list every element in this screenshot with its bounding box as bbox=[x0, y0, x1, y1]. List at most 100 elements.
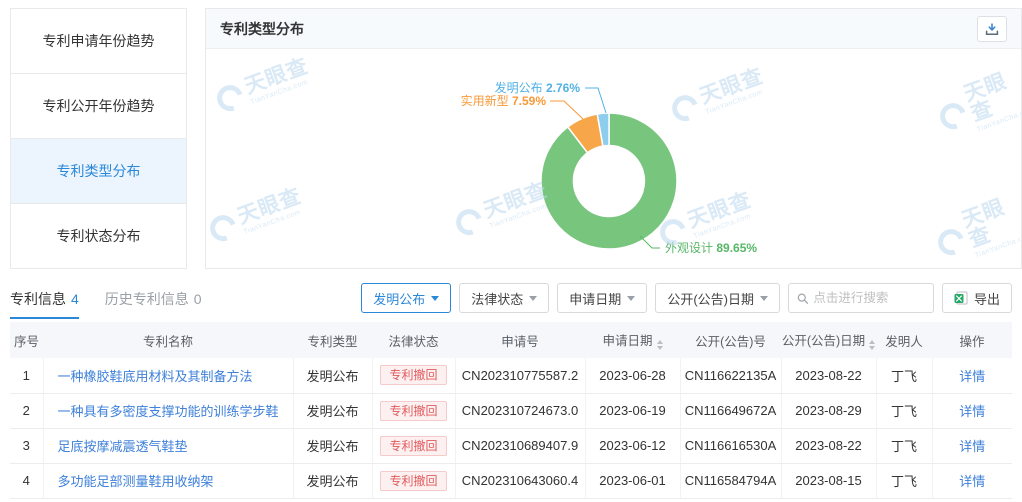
detail-link[interactable]: 详情 bbox=[959, 404, 985, 419]
action-cell: 详情 bbox=[932, 393, 1012, 428]
patent-type-cell: 发明公布 bbox=[293, 393, 372, 428]
chevron-down-icon bbox=[760, 296, 768, 301]
column-header-序号: 序号 bbox=[10, 322, 43, 358]
application-date-cell: 2023-06-28 bbox=[585, 358, 680, 393]
export-button[interactable]: 导出 bbox=[942, 283, 1012, 313]
table-row: 1 一种橡胶鞋底用材料及其制备方法 发明公布专利撤回CN202310775587.2… bbox=[10, 358, 1012, 393]
detail-link[interactable]: 详情 bbox=[959, 369, 985, 384]
action-cell: 详情 bbox=[932, 463, 1012, 498]
patent-name-link[interactable]: 一种具有多密度支撑功能的训练学步鞋 bbox=[58, 404, 279, 419]
application-number-cell: CN202310689407.9 bbox=[455, 428, 585, 463]
patent-name-link[interactable]: 足底按摩减震透气鞋垫 bbox=[58, 439, 188, 454]
sidebar-item-3[interactable]: 专利类型分布 bbox=[11, 139, 186, 204]
sidebar-item-label: 专利状态分布 bbox=[57, 226, 141, 246]
chart-panel-header: 专利类型分布 bbox=[206, 9, 1021, 49]
legal-status-badge: 专利撤回 bbox=[380, 471, 446, 491]
sidebar-item-4[interactable]: 专利状态分布 bbox=[11, 204, 186, 268]
donut-label-外观设计: 外观设计 89.65% bbox=[665, 241, 757, 255]
sort-icon[interactable] bbox=[869, 340, 875, 350]
sidebar-item-label: 专利申请年份趋势 bbox=[43, 31, 155, 51]
filter-label: 发明公布 bbox=[373, 289, 425, 308]
table-row: 3 足底按摩减震透气鞋垫 发明公布专利撤回 CN202310689407.92023-… bbox=[10, 428, 1012, 463]
patent-table: 序号专利名称专利类型法律状态申请号申请日期公开(公告)号公开(公告)日期发明人操… bbox=[10, 322, 1012, 499]
sort-desc-arrow bbox=[657, 346, 663, 350]
filter-label: 申请日期 bbox=[569, 289, 621, 308]
chevron-down-icon bbox=[529, 296, 537, 301]
patent-type-cell: 发明公布 bbox=[293, 428, 372, 463]
patent-name-cell: 一种具有多密度支撑功能的训练学步鞋 bbox=[43, 393, 293, 428]
tab-history-patent-info[interactable]: 历史专利信息 0 bbox=[105, 289, 202, 319]
table-header-row: 序号专利名称专利类型法律状态申请号申请日期公开(公告)号公开(公告)日期发明人操… bbox=[10, 322, 1012, 358]
legal-status-cell: 专利撤回 bbox=[372, 428, 455, 463]
column-header-公开(公告)日期[interactable]: 公开(公告)日期 bbox=[781, 322, 876, 358]
detail-link[interactable]: 详情 bbox=[959, 474, 985, 489]
sort-asc-arrow bbox=[869, 340, 875, 344]
tab-label: 专利信息 bbox=[10, 291, 66, 307]
legal-status-cell: 专利撤回 bbox=[372, 358, 455, 393]
legal-status-badge: 专利撤回 bbox=[380, 401, 446, 421]
application-number-cell: CN202310643060.4 bbox=[455, 463, 585, 498]
export-label: 导出 bbox=[974, 289, 1000, 308]
patent-table-section: 专利信息4 历史专利信息0 发明公布 法律状态 申请日期 公开(公告)日期 bbox=[10, 283, 1012, 499]
donut-label-发明公布: 发明公布 2.76% bbox=[495, 80, 581, 95]
patent-type-donut-chart: 外观设计 89.65% 实用新型 7.59%发明公布 2.76% bbox=[206, 49, 1021, 268]
application-number-cell: CN202310775587.2 bbox=[455, 358, 585, 393]
sidebar-item-label: 专利公开年份趋势 bbox=[43, 96, 155, 116]
donut-label-实用新型: 实用新型 7.59% bbox=[461, 93, 547, 108]
patent-name-link[interactable]: 多功能足部测量鞋用收纳架 bbox=[58, 474, 214, 489]
table-search-box[interactable] bbox=[788, 283, 934, 313]
download-icon bbox=[985, 22, 999, 36]
download-chart-button[interactable] bbox=[977, 16, 1007, 42]
publication-date-filter-dropdown[interactable]: 公开(公告)日期 bbox=[655, 283, 780, 313]
chart-panel-title: 专利类型分布 bbox=[220, 19, 304, 39]
table-row: 4 多功能足部测量鞋用收纳架 发明公布专利撤回 CN202310643060.4 202… bbox=[10, 463, 1012, 498]
publication-date-cell: 2023-08-22 bbox=[781, 358, 876, 393]
legal-status-filter-dropdown[interactable]: 法律状态 bbox=[459, 283, 549, 313]
inventor-cell: 丁飞 bbox=[876, 393, 932, 428]
patent-name-cell: 足底按摩减震透气鞋垫 bbox=[43, 428, 293, 463]
search-icon bbox=[797, 292, 808, 305]
filter-label: 法律状态 bbox=[471, 289, 523, 308]
column-header-申请号: 申请号 bbox=[455, 322, 585, 358]
column-header-法律状态: 法律状态 bbox=[372, 322, 455, 358]
filter-controls: 发明公布 法律状态 申请日期 公开(公告)日期 bbox=[361, 283, 1012, 313]
chart-type-sidebar: 专利申请年份趋势专利公开年份趋势专利类型分布专利状态分布 bbox=[10, 8, 187, 269]
patent-type-cell: 发明公布 bbox=[293, 463, 372, 498]
patent-type-filter-dropdown[interactable]: 发明公布 bbox=[361, 283, 451, 313]
sidebar-item-2[interactable]: 专利公开年份趋势 bbox=[11, 74, 186, 139]
patent-type-chart-panel: 专利类型分布 外观设计 89.65%实用新型 7.59%发明公布 2.76% 天… bbox=[205, 8, 1022, 269]
row-number-cell: 1 bbox=[10, 358, 43, 393]
tab-count: 0 bbox=[194, 291, 202, 307]
tab-patent-info[interactable]: 专利信息4 bbox=[10, 289, 79, 319]
column-header-专利名称: 专利名称 bbox=[43, 322, 293, 358]
search-input[interactable] bbox=[813, 291, 925, 305]
legal-status-badge: 专利撤回 bbox=[380, 436, 446, 456]
column-header-公开(公告)号: 公开(公告)号 bbox=[680, 322, 781, 358]
sort-desc-arrow bbox=[869, 346, 875, 350]
publication-number-cell: CN116616530A bbox=[680, 428, 781, 463]
row-number-cell: 3 bbox=[10, 428, 43, 463]
application-date-filter-dropdown[interactable]: 申请日期 bbox=[557, 283, 647, 313]
publication-date-cell: 2023-08-15 bbox=[781, 463, 876, 498]
application-number-cell: CN202310724673.0 bbox=[455, 393, 585, 428]
table-row: 2 一种具有多密度支撑功能的训练学步鞋发明公布专利撤回 CN202310724673… bbox=[10, 393, 1012, 428]
sort-asc-arrow bbox=[657, 340, 663, 344]
patent-name-link[interactable]: 一种橡胶鞋底用材料及其制备方法 bbox=[58, 369, 253, 384]
sort-icon[interactable] bbox=[657, 340, 663, 350]
excel-icon bbox=[954, 291, 968, 305]
publication-number-cell: CN116649672A bbox=[680, 393, 781, 428]
chevron-down-icon bbox=[431, 296, 439, 301]
sidebar-item-1[interactable]: 专利申请年份趋势 bbox=[11, 9, 186, 74]
row-number-cell: 4 bbox=[10, 463, 43, 498]
column-header-操作: 操作 bbox=[932, 322, 1012, 358]
legal-status-cell: 专利撤回 bbox=[372, 463, 455, 498]
column-header-申请日期[interactable]: 申请日期 bbox=[585, 322, 680, 358]
table-toolbar: 专利信息4 历史专利信息 0 发明公布 法律状态 申请日期 公开(公告)日期 bbox=[10, 283, 1012, 319]
patent-type-cell: 发明公布 bbox=[293, 358, 372, 393]
application-date-cell: 2023-06-12 bbox=[585, 428, 680, 463]
tab-label: 历史专利信息 bbox=[105, 291, 189, 307]
row-number-cell: 2 bbox=[10, 393, 43, 428]
detail-link[interactable]: 详情 bbox=[959, 439, 985, 454]
column-header-发明人: 发明人 bbox=[876, 322, 932, 358]
patent-analytics-page: 专利申请年份趋势专利公开年份趋势专利类型分布专利状态分布 专利类型分布 外观设计… bbox=[0, 0, 1022, 502]
